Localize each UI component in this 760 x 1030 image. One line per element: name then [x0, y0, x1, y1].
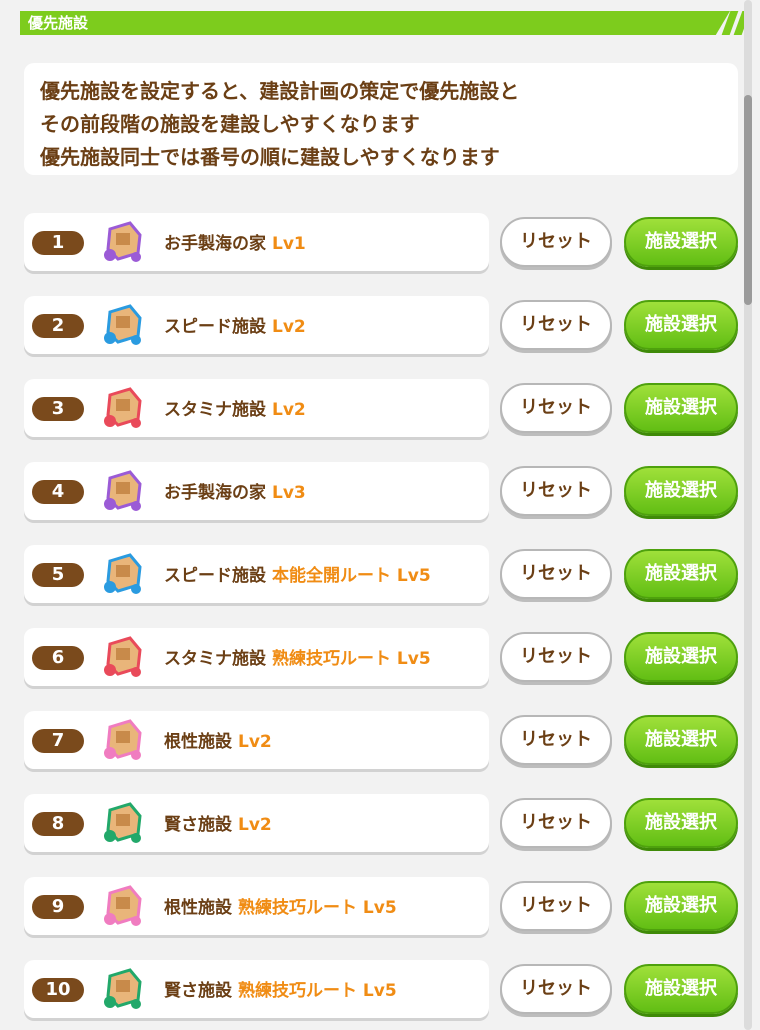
facility-name-label: お手製海の家 Lv1 — [164, 229, 306, 254]
guts-facility-icon — [100, 883, 148, 929]
select-facility-button[interactable]: 施設選択 — [624, 466, 738, 516]
facility-name-label: 根性施設 熟練技巧ルート Lv5 — [164, 893, 397, 918]
reset-button[interactable]: リセット — [500, 881, 612, 931]
facility-level: Lv2 — [272, 400, 306, 420]
facility-card: 8 賢さ施設 Lv2 — [24, 794, 489, 852]
facility-name-label: スピード施設 本能全開ルート Lv5 — [164, 561, 431, 586]
facility-name-label: 賢さ施設 熟練技巧ルート Lv5 — [164, 976, 397, 1001]
priority-number-badge: 9 — [32, 895, 84, 919]
reset-button[interactable]: リセット — [500, 964, 612, 1014]
priority-number-badge: 4 — [32, 480, 84, 504]
facility-name: 根性施設 — [164, 732, 232, 752]
facility-card: 4 お手製海の家 Lv3 — [24, 462, 489, 520]
facility-name: 根性施設 — [164, 898, 232, 918]
facility-card: 1 お手製海の家 Lv1 — [24, 213, 489, 271]
facility-name: スタミナ施設 — [164, 400, 266, 420]
facility-name: スタミナ施設 — [164, 649, 266, 669]
facility-name: お手製海の家 — [164, 483, 266, 503]
beach-house-icon — [100, 219, 148, 265]
facility-name: お手製海の家 — [164, 234, 266, 254]
facility-card: 5 スピード施設 本能全開ルート Lv5 — [24, 545, 489, 603]
facility-name-label: お手製海の家 Lv3 — [164, 478, 306, 503]
facility-level: Lv2 — [272, 317, 306, 337]
reset-button[interactable]: リセット — [500, 632, 612, 682]
facility-row: 3 スタミナ施設 Lv2 リセット 施設選択 — [24, 379, 738, 441]
stamina-facility-icon — [100, 634, 148, 680]
select-facility-button[interactable]: 施設選択 — [624, 881, 738, 931]
facility-row: 2 スピード施設 Lv2 リセット 施設選択 — [24, 296, 738, 358]
facility-row: 10 賢さ施設 熟練技巧ルート Lv5 リセット 施設選択 — [24, 960, 738, 1022]
facility-name-label: 根性施設 Lv2 — [164, 727, 272, 752]
select-facility-button[interactable]: 施設選択 — [624, 632, 738, 682]
facility-row: 4 お手製海の家 Lv3 リセット 施設選択 — [24, 462, 738, 524]
section-header: 優先施設 — [20, 11, 730, 35]
priority-number-badge: 8 — [32, 812, 84, 836]
description-box: 優先施設を設定すると、建設計画の策定で優先施設と その前段階の施設を建設しやすく… — [24, 63, 738, 175]
wisdom-facility-icon — [100, 966, 148, 1012]
facility-level: 熟練技巧ルート Lv5 — [272, 649, 431, 669]
select-facility-button[interactable]: 施設選択 — [624, 798, 738, 848]
select-facility-button[interactable]: 施設選択 — [624, 383, 738, 433]
priority-number-badge: 2 — [32, 314, 84, 338]
facility-name: 賢さ施設 — [164, 981, 232, 1001]
facility-row: 6 スタミナ施設 熟練技巧ルート Lv5 リセット 施設選択 — [24, 628, 738, 690]
select-facility-button[interactable]: 施設選択 — [624, 217, 738, 267]
facility-level: 本能全開ルート Lv5 — [272, 566, 431, 586]
facility-row: 7 根性施設 Lv2 リセット 施設選択 — [24, 711, 738, 773]
facility-name-label: 賢さ施設 Lv2 — [164, 810, 272, 835]
select-facility-button[interactable]: 施設選択 — [624, 715, 738, 765]
reset-button[interactable]: リセット — [500, 383, 612, 433]
speed-facility-icon — [100, 551, 148, 597]
facility-name-label: スタミナ施設 熟練技巧ルート Lv5 — [164, 644, 431, 669]
facility-name: スピード施設 — [164, 566, 266, 586]
facility-card: 2 スピード施設 Lv2 — [24, 296, 489, 354]
priority-number-badge: 3 — [32, 397, 84, 421]
facility-name-label: スピード施設 Lv2 — [164, 312, 306, 337]
facility-card: 3 スタミナ施設 Lv2 — [24, 379, 489, 437]
facility-row: 9 根性施設 熟練技巧ルート Lv5 リセット 施設選択 — [24, 877, 738, 939]
description-line: 優先施設を設定すると、建設計画の策定で優先施設と — [40, 79, 520, 103]
facility-card: 9 根性施設 熟練技巧ルート Lv5 — [24, 877, 489, 935]
scrollbar-thumb[interactable] — [744, 95, 752, 305]
guts-facility-icon — [100, 717, 148, 763]
facility-row: 1 お手製海の家 Lv1 リセット 施設選択 — [24, 213, 738, 275]
description-line: その前段階の施設を建設しやすくなります — [40, 112, 420, 136]
facility-card: 7 根性施設 Lv2 — [24, 711, 489, 769]
facility-level: Lv3 — [272, 483, 306, 503]
priority-number-badge: 1 — [32, 231, 84, 255]
priority-number-badge: 6 — [32, 646, 84, 670]
description-line: 優先施設同士では番号の順に建設しやすくなります — [40, 145, 500, 169]
beach-house-icon — [100, 468, 148, 514]
facility-level: 熟練技巧ルート Lv5 — [238, 981, 397, 1001]
wisdom-facility-icon — [100, 800, 148, 846]
facility-name-label: スタミナ施設 Lv2 — [164, 395, 306, 420]
speed-facility-icon — [100, 302, 148, 348]
reset-button[interactable]: リセット — [500, 300, 612, 350]
facility-name: スピード施設 — [164, 317, 266, 337]
select-facility-button[interactable]: 施設選択 — [624, 300, 738, 350]
select-facility-button[interactable]: 施設選択 — [624, 964, 738, 1014]
reset-button[interactable]: リセット — [500, 549, 612, 599]
reset-button[interactable]: リセット — [500, 217, 612, 267]
priority-number-badge: 5 — [32, 563, 84, 587]
facility-card: 6 スタミナ施設 熟練技巧ルート Lv5 — [24, 628, 489, 686]
facility-level: Lv2 — [238, 732, 272, 752]
reset-button[interactable]: リセット — [500, 715, 612, 765]
stamina-facility-icon — [100, 385, 148, 431]
reset-button[interactable]: リセット — [500, 466, 612, 516]
select-facility-button[interactable]: 施設選択 — [624, 549, 738, 599]
priority-number-badge: 10 — [32, 978, 84, 1002]
facility-row: 8 賢さ施設 Lv2 リセット 施設選択 — [24, 794, 738, 856]
facility-row: 5 スピード施設 本能全開ルート Lv5 リセット 施設選択 — [24, 545, 738, 607]
reset-button[interactable]: リセット — [500, 798, 612, 848]
facility-level: Lv2 — [238, 815, 272, 835]
facility-name: 賢さ施設 — [164, 815, 232, 835]
facility-level: 熟練技巧ルート Lv5 — [238, 898, 397, 918]
facility-card: 10 賢さ施設 熟練技巧ルート Lv5 — [24, 960, 489, 1018]
facility-level: Lv1 — [272, 234, 306, 254]
section-title: 優先施設 — [28, 14, 89, 32]
priority-number-badge: 7 — [32, 729, 84, 753]
